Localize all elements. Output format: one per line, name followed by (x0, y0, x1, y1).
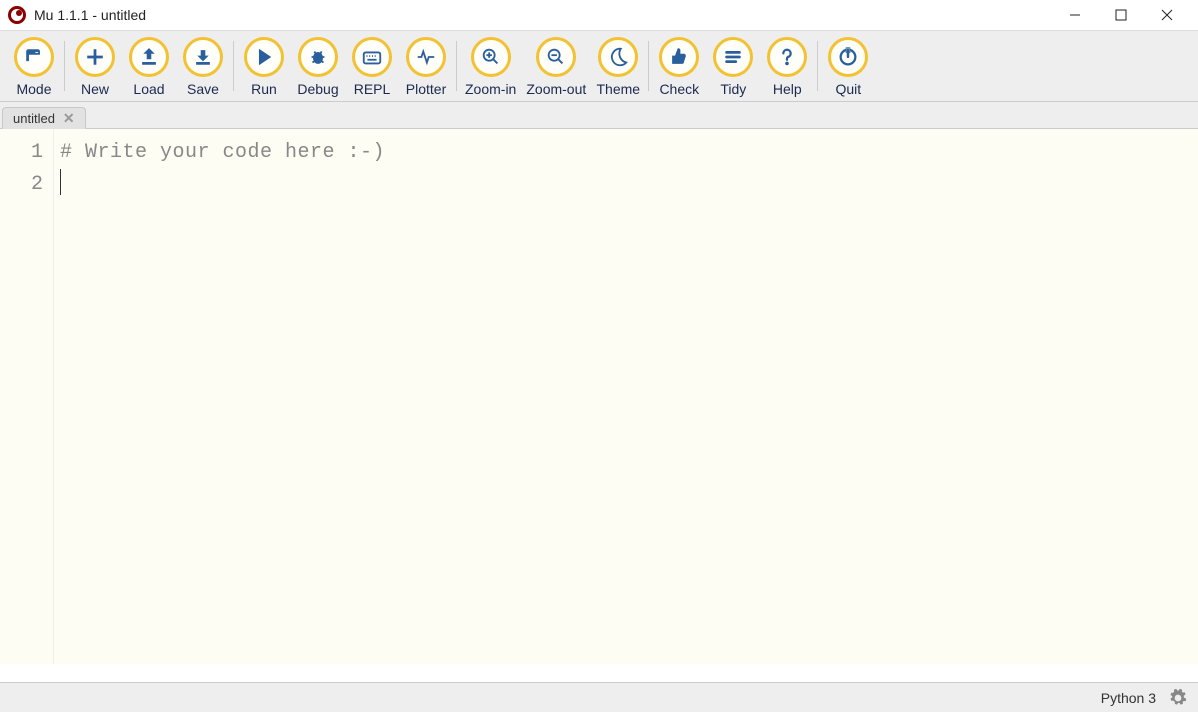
status-mode-label: Python 3 (1101, 690, 1156, 706)
tab-label: untitled (13, 111, 55, 126)
toolbar-group: Zoom-in Zoom-out Theme (457, 37, 648, 97)
help-button[interactable]: Help (765, 37, 809, 97)
mode-icon (14, 37, 54, 77)
load-label: Load (133, 81, 164, 97)
power-icon (828, 37, 868, 77)
tab-bar: untitled ✕ (0, 102, 1198, 128)
zoom-in-label: Zoom-in (465, 81, 516, 97)
code-editor[interactable]: 12 # Write your code here :-) (0, 128, 1198, 664)
quit-button[interactable]: Quit (826, 37, 870, 97)
status-bar: Python 3 (0, 682, 1198, 712)
save-button[interactable]: Save (181, 37, 225, 97)
tidy-button[interactable]: Tidy (711, 37, 755, 97)
toolbar-group: Mode (4, 37, 64, 97)
text-cursor (60, 169, 61, 195)
toolbar: Mode New Load Save Run Debug REPL Plotter Zoom-i… (0, 30, 1198, 102)
code-line[interactable] (60, 169, 1198, 201)
line-number: 2 (0, 169, 43, 201)
moon-icon (598, 37, 638, 77)
code-area[interactable]: # Write your code here :-) (54, 129, 1198, 664)
save-label: Save (187, 81, 219, 97)
new-label: New (81, 81, 109, 97)
run-button[interactable]: Run (242, 37, 286, 97)
keyboard-icon (352, 37, 392, 77)
line-number: 1 (0, 137, 43, 169)
close-icon[interactable]: ✕ (63, 110, 75, 127)
settings-button[interactable] (1168, 688, 1188, 708)
download-icon (183, 37, 223, 77)
code-line[interactable]: # Write your code here :-) (60, 137, 1198, 169)
window-title: Mu 1.1.1 - untitled (34, 7, 1052, 23)
help-label: Help (773, 81, 802, 97)
toolbar-group: New Load Save (65, 37, 233, 97)
mode-button[interactable]: Mode (12, 37, 56, 97)
app-logo-icon (8, 6, 26, 24)
plotter-label: Plotter (406, 81, 446, 97)
line-gutter: 12 (0, 129, 54, 664)
toolbar-group: Run Debug REPL Plotter (234, 37, 456, 97)
zoom-in-button[interactable]: Zoom-in (465, 37, 516, 97)
question-icon (767, 37, 807, 77)
minimize-button[interactable] (1052, 0, 1098, 30)
tidy-label: Tidy (720, 81, 746, 97)
pulse-icon (406, 37, 446, 77)
theme-button[interactable]: Theme (596, 37, 640, 97)
play-icon (244, 37, 284, 77)
lines-icon (713, 37, 753, 77)
check-button[interactable]: Check (657, 37, 701, 97)
check-label: Check (659, 81, 699, 97)
mode-label: Mode (16, 81, 51, 97)
repl-label: REPL (354, 81, 391, 97)
titlebar: Mu 1.1.1 - untitled (0, 0, 1198, 30)
debug-button[interactable]: Debug (296, 37, 340, 97)
thumb-icon (659, 37, 699, 77)
bug-icon (298, 37, 338, 77)
zoom-out-label: Zoom-out (526, 81, 586, 97)
quit-label: Quit (835, 81, 861, 97)
plus-icon (75, 37, 115, 77)
debug-label: Debug (297, 81, 338, 97)
close-button[interactable] (1144, 0, 1190, 30)
upload-icon (129, 37, 169, 77)
toolbar-group: Check Tidy Help (649, 37, 817, 97)
zoom-in-icon (471, 37, 511, 77)
zoom-out-icon (536, 37, 576, 77)
maximize-button[interactable] (1098, 0, 1144, 30)
repl-button[interactable]: REPL (350, 37, 394, 97)
tab-untitled[interactable]: untitled ✕ (2, 107, 86, 129)
run-label: Run (251, 81, 277, 97)
zoom-out-button[interactable]: Zoom-out (526, 37, 586, 97)
toolbar-group: Quit (818, 37, 878, 97)
plotter-button[interactable]: Plotter (404, 37, 448, 97)
theme-label: Theme (596, 81, 640, 97)
new-button[interactable]: New (73, 37, 117, 97)
load-button[interactable]: Load (127, 37, 171, 97)
